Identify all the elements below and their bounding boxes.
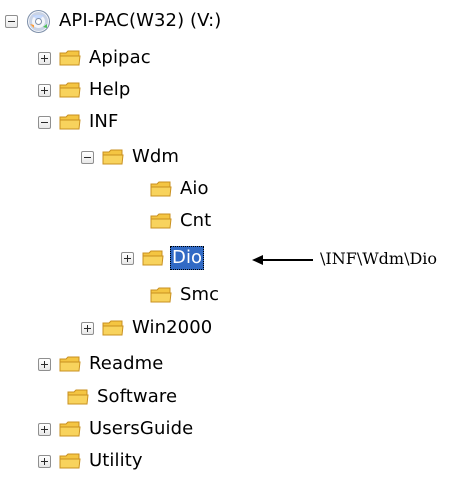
tree-node-software[interactable]: Software (67, 382, 179, 412)
tree-label-software[interactable]: Software (95, 385, 179, 409)
expand-toggle-icon[interactable] (38, 51, 51, 65)
tree-label-smc[interactable]: Smc (178, 283, 221, 307)
tree-node-smc[interactable]: Smc (150, 280, 221, 310)
tree-node-inf[interactable]: INF (38, 107, 120, 137)
folder-icon (59, 421, 81, 437)
path-annotation: \INF\Wdm\Dio (320, 249, 438, 268)
collapse-toggle-icon[interactable] (81, 150, 94, 164)
collapse-toggle-icon[interactable] (38, 115, 51, 129)
expand-toggle-icon[interactable] (121, 251, 134, 265)
folder-icon (142, 250, 164, 266)
tree-label-utility[interactable]: Utility (87, 449, 145, 473)
folder-icon (102, 320, 124, 336)
tree-label-inf[interactable]: INF (87, 110, 120, 134)
folder-icon (59, 453, 81, 469)
tree-node-aio[interactable]: Aio (150, 174, 211, 204)
tree-label-aio[interactable]: Aio (178, 177, 211, 201)
tree-node-help[interactable]: Help (38, 75, 132, 105)
folder-icon (59, 82, 81, 98)
collapse-toggle-icon[interactable] (5, 14, 18, 28)
expand-toggle-icon[interactable] (81, 321, 94, 335)
tree-label-root[interactable]: API-PAC(W32) (V:) (57, 9, 223, 33)
tree-label-win2000[interactable]: Win2000 (130, 316, 214, 340)
folder-icon (59, 50, 81, 66)
tree-label-usersguide[interactable]: UsersGuide (87, 417, 195, 441)
tree-node-dio[interactable]: Dio (121, 243, 205, 273)
tree-node-utility[interactable]: Utility (38, 446, 145, 476)
expand-toggle-icon[interactable] (38, 454, 51, 468)
tree-node-win2000[interactable]: Win2000 (81, 313, 214, 343)
expand-toggle-icon[interactable] (38, 83, 51, 97)
tree-node-cnt[interactable]: Cnt (150, 206, 213, 236)
left-arrow-icon (252, 255, 313, 265)
expand-toggle-icon[interactable] (38, 357, 51, 371)
cd-drive-icon (27, 9, 50, 33)
tree-label-help[interactable]: Help (87, 78, 132, 102)
folder-icon (59, 356, 81, 372)
folder-icon (150, 181, 172, 197)
tree-node-usersguide[interactable]: UsersGuide (38, 414, 195, 444)
expand-toggle-icon[interactable] (38, 422, 51, 436)
tree-node-apipac[interactable]: Apipac (38, 43, 153, 73)
folder-icon (59, 114, 81, 130)
tree-label-wdm[interactable]: Wdm (130, 145, 181, 169)
tree-label-apipac[interactable]: Apipac (87, 46, 153, 70)
tree-label-cnt[interactable]: Cnt (178, 209, 213, 233)
folder-icon (102, 149, 124, 165)
folder-icon (150, 287, 172, 303)
tree-node-root[interactable]: API-PAC(W32) (V:) (5, 6, 223, 36)
folder-tree: API-PAC(W32) (V:) Apipac Help INF Wdm Ai… (0, 0, 461, 479)
folder-icon (67, 389, 89, 405)
tree-label-readme[interactable]: Readme (87, 352, 165, 376)
tree-node-readme[interactable]: Readme (38, 349, 165, 379)
tree-node-wdm[interactable]: Wdm (81, 142, 181, 172)
folder-icon (150, 213, 172, 229)
tree-label-dio-selected[interactable]: Dio (170, 246, 205, 270)
